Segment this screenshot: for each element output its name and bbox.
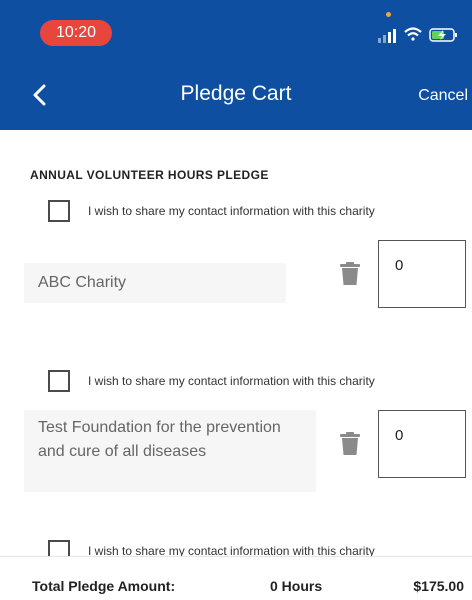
total-hours: 0 Hours bbox=[270, 578, 323, 594]
hours-input[interactable]: 0 bbox=[378, 240, 466, 308]
share-contact-checkbox[interactable] bbox=[48, 370, 70, 392]
total-amount: $175.00 bbox=[413, 578, 464, 594]
battery-charging-icon bbox=[429, 28, 457, 42]
hours-input[interactable]: 0 bbox=[378, 410, 466, 478]
charity-name: Test Foundation for the prevention and c… bbox=[24, 410, 316, 492]
trash-icon[interactable] bbox=[340, 262, 360, 286]
signal-icon bbox=[378, 29, 396, 43]
status-time: 10:20 bbox=[40, 20, 112, 46]
cancel-button[interactable]: Cancel bbox=[418, 87, 468, 105]
status-bar: 10:20 bbox=[0, 0, 472, 50]
section-title: ANNUAL VOLUNTEER HOURS PLEDGE bbox=[30, 168, 269, 182]
app-header: 10:20 Pledge Cart Cancel bbox=[0, 0, 472, 130]
wifi-icon bbox=[404, 27, 422, 41]
privacy-indicator-dot bbox=[386, 12, 391, 17]
share-contact-label: I wish to share my contact information w… bbox=[88, 374, 375, 388]
status-icons bbox=[378, 27, 457, 43]
share-contact-row: I wish to share my contact information w… bbox=[48, 370, 448, 394]
nav-bar: Pledge Cart Cancel bbox=[0, 70, 472, 122]
charity-name: ABC Charity bbox=[24, 263, 286, 303]
trash-icon[interactable] bbox=[340, 432, 360, 456]
share-contact-label: I wish to share my contact information w… bbox=[88, 204, 375, 218]
share-contact-checkbox[interactable] bbox=[48, 200, 70, 222]
share-contact-row: I wish to share my contact information w… bbox=[48, 200, 448, 224]
total-footer: Total Pledge Amount: 0 Hours $175.00 bbox=[0, 556, 472, 600]
total-label: Total Pledge Amount: bbox=[32, 578, 176, 594]
page-title: Pledge Cart bbox=[180, 82, 292, 105]
